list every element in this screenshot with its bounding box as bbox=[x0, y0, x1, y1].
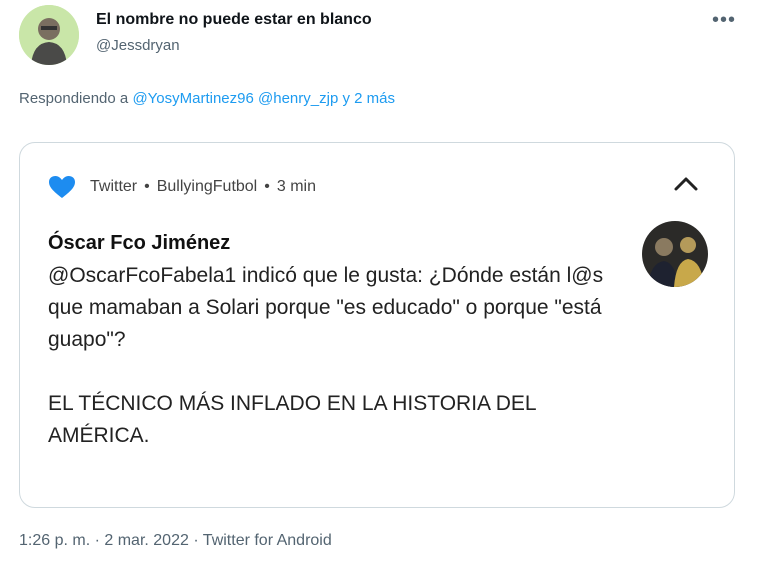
user-handle[interactable]: @Jessdryan bbox=[96, 37, 180, 54]
more-options-icon[interactable]: ••• bbox=[712, 10, 736, 30]
mention-link[interactable]: @henry_zjp bbox=[258, 90, 338, 107]
quoted-author: Óscar Fco Jiménez bbox=[48, 232, 231, 254]
account-name: BullyingFutbol bbox=[156, 178, 258, 195]
notification-time: 3 min bbox=[276, 178, 316, 195]
separator: • bbox=[144, 178, 150, 195]
quoted-text: @OscarFcoFabela1 indicó que le gusta: ¿D… bbox=[48, 260, 628, 452]
replying-to-line: Respondiendo a @YosyMartinez96 @henry_zj… bbox=[19, 90, 395, 107]
tweet-timestamp[interactable]: 1:26 p. m. · 2 mar. 2022 · Twitter for A… bbox=[19, 532, 332, 550]
notification-screenshot-card: Twitter • BullyingFutbol • 3 min Óscar F… bbox=[19, 142, 735, 508]
quoted-text-paragraph: @OscarFcoFabela1 indicó que le gusta: ¿D… bbox=[48, 264, 604, 351]
chevron-up-icon[interactable] bbox=[672, 173, 700, 195]
avatar bbox=[642, 221, 708, 287]
display-name[interactable]: El nombre no puede estar en blanco bbox=[96, 11, 372, 29]
heart-icon bbox=[49, 176, 75, 198]
notification-header: Twitter • BullyingFutbol • 3 min bbox=[48, 175, 316, 199]
more-mentions-link[interactable]: y 2 más bbox=[342, 90, 395, 107]
mention-link[interactable]: @YosyMartinez96 bbox=[132, 90, 253, 107]
avatar[interactable] bbox=[19, 5, 79, 65]
quoted-text-paragraph: EL TÉCNICO MÁS INFLADO EN LA HISTORIA DE… bbox=[48, 392, 536, 447]
separator: • bbox=[264, 178, 270, 195]
replying-prefix: Respondiendo a bbox=[19, 90, 129, 107]
app-name: Twitter bbox=[90, 178, 138, 195]
tweet-header: El nombre no puede estar en blanco @Jess… bbox=[0, 0, 768, 80]
